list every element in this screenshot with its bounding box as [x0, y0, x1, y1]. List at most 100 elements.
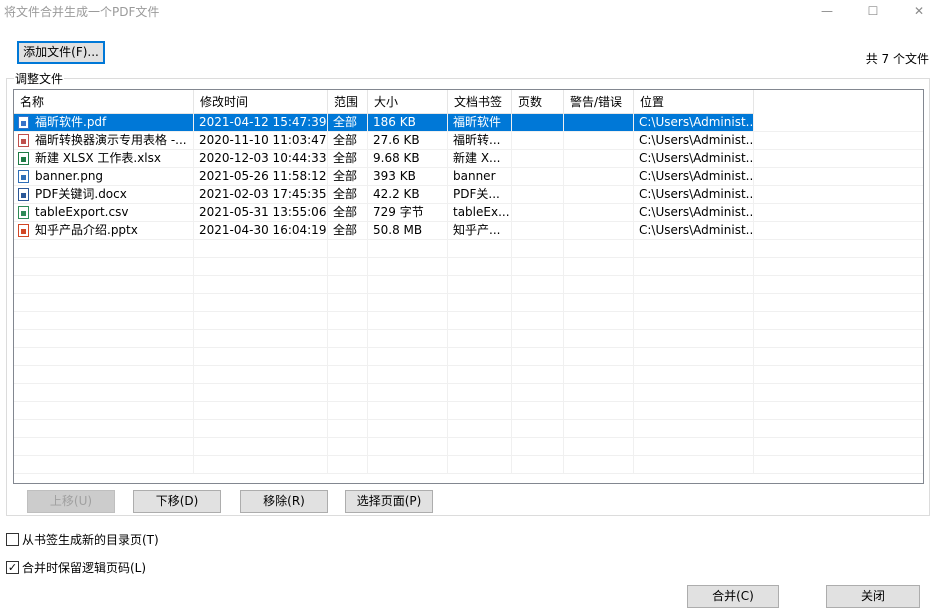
column-header-bookmark[interactable]: 文档书签 [448, 90, 512, 114]
cell-bookmark: banner [448, 168, 512, 185]
cell-modified [194, 330, 328, 347]
move-up-button[interactable]: 上移(U) [27, 490, 115, 513]
row-filler [754, 276, 923, 293]
cell-range [328, 384, 368, 401]
table-row[interactable]: PDF关键词.docx 2021-02-03 17:45:35 全部 42.2 KB P… [14, 186, 923, 204]
cell-warning [564, 402, 634, 419]
cell-pages [512, 312, 564, 329]
cell-bookmark [448, 384, 512, 401]
cell-modified [194, 366, 328, 383]
row-filler [754, 150, 923, 167]
cell-size [368, 366, 448, 383]
row-filler [754, 420, 923, 437]
row-filler [754, 312, 923, 329]
keep-logical-pages-option[interactable]: ✓ 合并时保留逻辑页码(L) [6, 559, 146, 576]
cell-name [14, 348, 194, 365]
file-name: 新建 XLSX 工作表.xlsx [35, 151, 161, 165]
cell-modified: 2020-12-03 10:44:33 [194, 150, 328, 167]
cell-name [14, 258, 194, 275]
generate-toc-checkbox[interactable] [6, 533, 19, 546]
cell-pages [512, 240, 564, 257]
close-window-button[interactable]: ✕ [896, 0, 931, 22]
close-icon: ✕ [913, 4, 925, 18]
cell-range: 全部 [328, 114, 368, 131]
cell-bookmark [448, 402, 512, 419]
cell-location [634, 294, 754, 311]
cell-warning [564, 366, 634, 383]
cell-name [14, 240, 194, 257]
empty-row [14, 456, 923, 474]
row-filler [754, 204, 923, 221]
cell-range: 全部 [328, 204, 368, 221]
minimize-button[interactable]: — [804, 0, 850, 22]
cell-bookmark: PDF关... [448, 186, 512, 203]
table-row[interactable]: tableExport.csv 2021-05-31 13:55:06 全部 729 … [14, 204, 923, 222]
column-header-location[interactable]: 位置 [634, 90, 754, 114]
csv-file-icon [18, 206, 29, 219]
add-files-button[interactable]: 添加文件(F)... [17, 41, 105, 64]
column-header-range[interactable]: 范围 [328, 90, 368, 114]
select-pages-button[interactable]: 选择页面(P) [345, 490, 433, 513]
file-count-label: 共 7 个文件 [865, 52, 929, 66]
cell-warning [564, 114, 634, 131]
cell-pages [512, 114, 564, 131]
generate-toc-option[interactable]: 从书签生成新的目录页(T) [6, 531, 159, 548]
cell-warning [564, 276, 634, 293]
cell-pages [512, 276, 564, 293]
cell-location [634, 456, 754, 473]
title-bar: 将文件合并生成一个PDF文件 — ☐ ✕ [0, 0, 931, 22]
column-header-pages[interactable]: 页数 [512, 90, 564, 114]
cell-warning [564, 204, 634, 221]
keep-logical-pages-checkbox[interactable]: ✓ [6, 561, 19, 574]
cell-location: C:\Users\Administ... [634, 186, 754, 203]
maximize-button[interactable]: ☐ [850, 0, 896, 22]
table-row[interactable]: banner.png 2021-05-26 11:58:12 全部 393 KB ban… [14, 168, 923, 186]
table-row[interactable]: 福昕软件.pdf 2021-04-12 15:47:39 全部 186 KB 福昕软件 C… [14, 114, 923, 132]
merge-button[interactable]: 合并(C) [687, 585, 779, 608]
column-header-name[interactable]: 名称 [14, 90, 194, 114]
file-list[interactable]: 名称 修改时间 范围 大小 文档书签 页数 警告/错误 位置 福昕软件.pdf 2021-04-… [13, 89, 924, 484]
cell-modified [194, 294, 328, 311]
cell-name [14, 294, 194, 311]
cell-size [368, 402, 448, 419]
cell-range [328, 312, 368, 329]
cell-range [328, 420, 368, 437]
table-row[interactable]: 新建 XLSX 工作表.xlsx 2020-12-03 10:44:33 全部 9.6… [14, 150, 923, 168]
move-down-button[interactable]: 下移(D) [133, 490, 221, 513]
cell-modified [194, 258, 328, 275]
column-header-warning[interactable]: 警告/错误 [564, 90, 634, 114]
row-filler [754, 348, 923, 365]
cell-modified [194, 420, 328, 437]
close-button[interactable]: 关闭 [826, 585, 920, 608]
cell-location: C:\Users\Administ... [634, 222, 754, 239]
cell-bookmark [448, 348, 512, 365]
cell-pages [512, 456, 564, 473]
column-header-size[interactable]: 大小 [368, 90, 448, 114]
empty-row [14, 330, 923, 348]
table-row[interactable]: 福昕转换器演示专用表格 -... 2020-11-10 11:03:47 全部 27.… [14, 132, 923, 150]
row-filler [754, 168, 923, 185]
column-header-modified[interactable]: 修改时间 [194, 90, 328, 114]
cell-name [14, 276, 194, 293]
cell-modified: 2021-04-30 16:04:19 [194, 222, 328, 239]
cell-name: tableExport.csv [14, 204, 194, 221]
file-name: 福昕软件.pdf [35, 115, 107, 129]
cell-bookmark: 新建 X... [448, 150, 512, 167]
cell-location: C:\Users\Administ... [634, 132, 754, 149]
cell-size [368, 348, 448, 365]
cell-warning [564, 438, 634, 455]
table-row[interactable]: 知乎产品介绍.pptx 2021-04-30 16:04:19 全部 50.8 MB 知… [14, 222, 923, 240]
cell-pages [512, 402, 564, 419]
remove-button[interactable]: 移除(R) [240, 490, 328, 513]
cell-range [328, 276, 368, 293]
cell-pages [512, 258, 564, 275]
row-filler [754, 240, 923, 257]
cell-bookmark [448, 276, 512, 293]
cell-bookmark [448, 294, 512, 311]
cell-pages [512, 294, 564, 311]
cell-pages [512, 168, 564, 185]
cell-size [368, 294, 448, 311]
empty-row [14, 240, 923, 258]
row-filler [754, 132, 923, 149]
cell-pages [512, 438, 564, 455]
